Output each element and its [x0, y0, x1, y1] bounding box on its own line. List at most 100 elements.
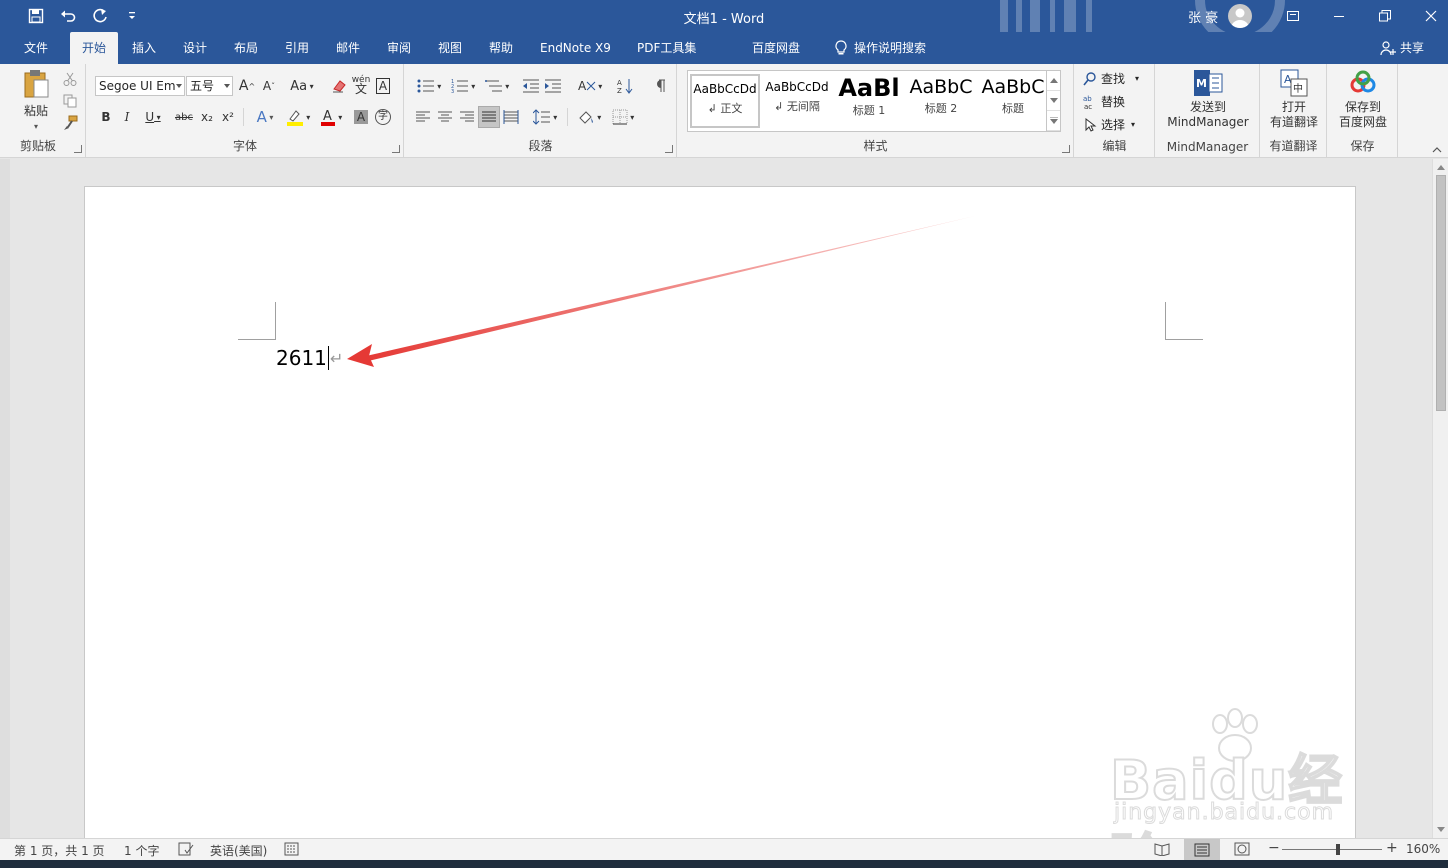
- char-border-icon[interactable]: A: [373, 76, 393, 96]
- styles-up-icon[interactable]: [1047, 71, 1060, 91]
- tab-help[interactable]: 帮助: [477, 32, 525, 64]
- tab-view[interactable]: 视图: [426, 32, 474, 64]
- tell-me-search[interactable]: 操作说明搜索: [822, 32, 938, 64]
- clipboard-launcher-icon[interactable]: [74, 145, 82, 153]
- share-button[interactable]: 共享: [1380, 32, 1424, 64]
- style-no-spacing[interactable]: AaBbCcDd ↲ 无间隔: [762, 74, 832, 128]
- justify-icon[interactable]: [478, 106, 500, 128]
- highlight-icon[interactable]: ▾: [283, 107, 313, 127]
- web-layout-icon[interactable]: [1234, 842, 1250, 859]
- find-button[interactable]: 查找 ▾: [1083, 70, 1139, 87]
- close-icon[interactable]: [1408, 0, 1448, 32]
- language[interactable]: 英语(美国): [210, 842, 267, 859]
- grow-font-icon[interactable]: A ^: [237, 76, 257, 96]
- avatar[interactable]: [1228, 4, 1252, 28]
- styles-launcher-icon[interactable]: [1062, 145, 1070, 153]
- char-shading-icon[interactable]: A: [351, 107, 371, 127]
- italic-button[interactable]: I: [118, 107, 136, 127]
- scroll-down-icon[interactable]: [1433, 822, 1448, 836]
- collapse-ribbon-icon[interactable]: [1430, 144, 1444, 156]
- chinese-layout-icon[interactable]: A ▾: [573, 76, 607, 96]
- format-painter-icon[interactable]: [60, 114, 80, 132]
- open-youdao-button[interactable]: A中 打开 有道翻译: [1263, 68, 1325, 130]
- macro-record-icon[interactable]: [284, 842, 300, 859]
- tab-baidu-netdisk[interactable]: 百度网盘: [740, 32, 812, 64]
- user-name[interactable]: 张 豪: [1188, 7, 1218, 26]
- vertical-scrollbar[interactable]: [1432, 159, 1448, 838]
- zoom-slider-thumb[interactable]: [1335, 844, 1340, 855]
- send-to-mindmanager-button[interactable]: M 发送到 MindManager: [1160, 68, 1256, 130]
- shading-icon[interactable]: ▾: [573, 107, 605, 127]
- show-marks-icon[interactable]: [649, 76, 669, 96]
- distributed-icon[interactable]: [501, 107, 521, 127]
- scroll-thumb[interactable]: [1436, 175, 1446, 411]
- tab-home[interactable]: 开始: [70, 32, 119, 64]
- read-mode-icon[interactable]: [1154, 842, 1170, 859]
- zoom-slider[interactable]: [1282, 849, 1382, 850]
- strikethrough-button[interactable]: abc: [171, 107, 197, 127]
- ribbon-display-options-icon[interactable]: [1270, 0, 1316, 32]
- zoom-level[interactable]: 160%: [1406, 842, 1440, 856]
- phonetic-guide-icon[interactable]: wén 文: [351, 76, 371, 96]
- enclose-chars-icon[interactable]: 字: [373, 107, 393, 127]
- underline-button[interactable]: U ▾: [139, 107, 167, 127]
- numbering-icon[interactable]: 123 ▾: [447, 76, 479, 96]
- tab-design[interactable]: 设计: [171, 32, 219, 64]
- tab-insert[interactable]: 插入: [120, 32, 168, 64]
- font-launcher-icon[interactable]: [392, 145, 400, 153]
- style-normal[interactable]: AaBbCcDd ↲ 正文: [690, 74, 760, 128]
- document-text[interactable]: 2611 ↵: [276, 346, 343, 370]
- tab-layout[interactable]: 布局: [222, 32, 270, 64]
- subscript-button[interactable]: x₂: [198, 107, 216, 127]
- tab-endnote[interactable]: EndNote X9: [528, 32, 623, 64]
- select-button[interactable]: 选择 ▾: [1083, 116, 1135, 133]
- multilevel-list-icon[interactable]: ▾: [481, 76, 513, 96]
- tab-pdf-tools[interactable]: PDF工具集: [625, 32, 708, 64]
- window-controls: [1270, 0, 1448, 32]
- shrink-font-icon[interactable]: Aˇ: [259, 76, 279, 96]
- increase-indent-icon[interactable]: [543, 76, 563, 96]
- font-size-select[interactable]: 五号: [186, 76, 233, 96]
- zoom-in-icon[interactable]: +: [1386, 840, 1398, 856]
- sort-icon[interactable]: AZ: [615, 76, 635, 96]
- style-title[interactable]: AaBbC 标题: [978, 74, 1048, 128]
- style-heading-2[interactable]: AaBbC 标题 2: [906, 74, 976, 128]
- styles-down-icon[interactable]: [1047, 91, 1060, 111]
- align-left-icon[interactable]: [413, 107, 433, 127]
- change-case-button[interactable]: Aa ▾: [285, 76, 319, 96]
- paragraph-launcher-icon[interactable]: [665, 145, 673, 153]
- restore-icon[interactable]: [1362, 0, 1408, 32]
- font-color-icon[interactable]: A ▾: [317, 107, 345, 127]
- borders-icon[interactable]: ▾: [607, 107, 639, 127]
- bullets-icon[interactable]: ▾: [413, 76, 445, 96]
- watermark: Baidu经验 jingyan.baidu.com: [1109, 708, 1380, 868]
- tab-review[interactable]: 审阅: [375, 32, 423, 64]
- bold-button[interactable]: B: [97, 107, 115, 127]
- word-count[interactable]: 1 个字: [124, 842, 159, 859]
- tab-references[interactable]: 引用: [273, 32, 321, 64]
- cut-icon[interactable]: [60, 70, 80, 88]
- tab-file[interactable]: 文件: [12, 32, 60, 64]
- clear-formatting-icon[interactable]: [329, 76, 349, 96]
- align-right-icon[interactable]: [457, 107, 477, 127]
- tab-mailings[interactable]: 邮件: [324, 32, 372, 64]
- replace-button[interactable]: ab ac 替换: [1083, 93, 1125, 110]
- proofing-icon[interactable]: [178, 842, 194, 859]
- group-label-mindmanager: MindManager: [1166, 140, 1249, 154]
- paste-button[interactable]: 粘贴 ▾: [16, 68, 56, 134]
- decrease-indent-icon[interactable]: [521, 76, 541, 96]
- text-effects-icon[interactable]: A ▾: [251, 107, 279, 127]
- font-name-select[interactable]: Segoe UI Em: [95, 76, 185, 96]
- page-count[interactable]: 第 1 页，共 1 页: [14, 842, 105, 859]
- copy-icon[interactable]: [60, 92, 80, 110]
- superscript-button[interactable]: x²: [219, 107, 237, 127]
- print-layout-icon[interactable]: [1184, 839, 1220, 860]
- minimize-icon[interactable]: [1316, 0, 1362, 32]
- save-to-baidu-button[interactable]: 保存到 百度网盘: [1330, 68, 1396, 130]
- line-spacing-icon[interactable]: ▾: [529, 107, 561, 127]
- zoom-out-icon[interactable]: −: [1268, 840, 1280, 856]
- style-heading-1[interactable]: AaBl 标题 1: [834, 74, 904, 128]
- styles-more-icon[interactable]: [1047, 111, 1060, 131]
- scroll-up-icon[interactable]: [1433, 160, 1448, 174]
- align-center-icon[interactable]: [435, 107, 455, 127]
